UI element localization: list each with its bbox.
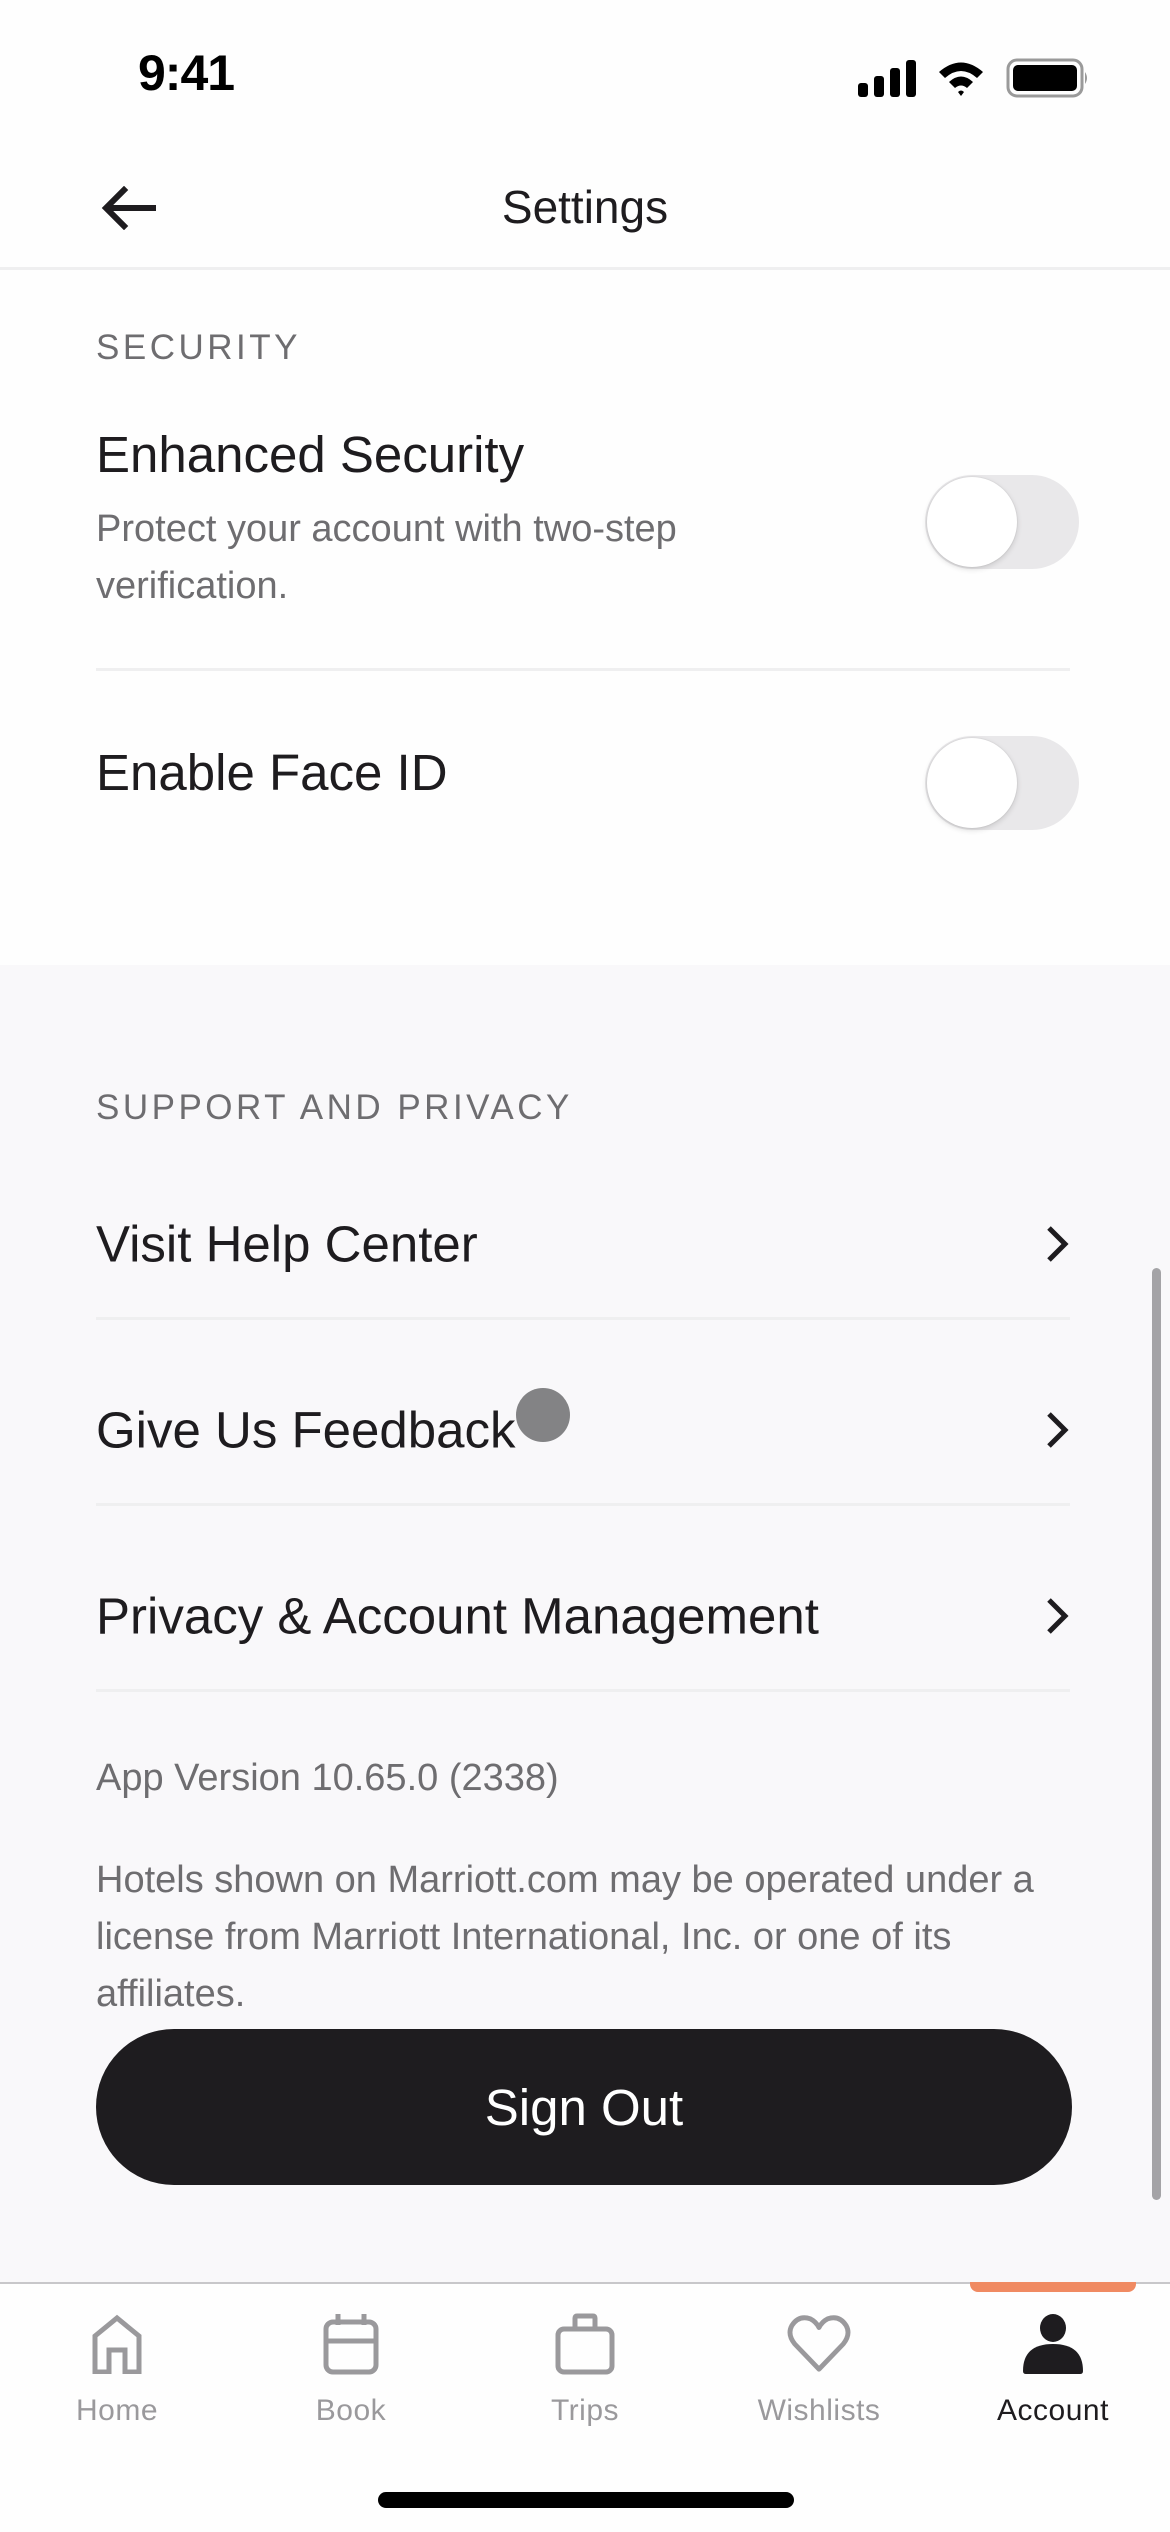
divider: [96, 1317, 1070, 1320]
heart-icon: [787, 2315, 851, 2372]
tab-label: Wishlists: [757, 2394, 881, 2427]
toggle-knob: [927, 477, 1017, 567]
tab-label: Home: [75, 2394, 159, 2427]
nav-header: Settings: [0, 150, 1170, 270]
legal-disclaimer: Hotels shown on Marriott.com may be oper…: [96, 1859, 1034, 2015]
visit-help-center-row[interactable]: Visit Help Center: [0, 1151, 1170, 1337]
support-privacy-section: SUPPORT AND PRIVACY Visit Help Center Gi…: [0, 965, 1170, 2282]
chevron-right-icon: [1047, 1598, 1069, 1634]
section-label-security: SECURITY: [96, 328, 301, 367]
enhanced-security-title: Enhanced Security: [96, 426, 525, 483]
toggle-knob: [927, 738, 1017, 828]
tab-account[interactable]: Account: [936, 2284, 1170, 2444]
privacy-account-management-label: Privacy & Account Management: [96, 1587, 819, 1645]
chevron-right-icon: [1047, 1226, 1069, 1262]
sign-out-button[interactable]: Sign Out: [96, 2029, 1072, 2185]
section-label-support: SUPPORT AND PRIVACY: [96, 1088, 573, 1127]
cellular-signal-icon: [858, 60, 916, 97]
home-indicator: [378, 2492, 794, 2508]
status-icons: [858, 58, 1090, 98]
status-time: 9:41: [138, 45, 235, 101]
battery-icon: [1006, 58, 1087, 98]
settings-screen: 9:41 Settings SECURITY Enhanced Security…: [0, 0, 1170, 2532]
enhanced-security-description: Protect your account with two-step verif…: [96, 508, 677, 607]
give-feedback-label: Give Us Feedback: [96, 1401, 516, 1459]
give-feedback-row[interactable]: Give Us Feedback: [0, 1337, 1170, 1523]
calendar-icon: [323, 2314, 379, 2375]
scrollbar[interactable]: [1152, 1268, 1161, 2200]
security-section: SECURITY Enhanced Security Protect your …: [0, 273, 1170, 965]
chevron-right-icon: [1047, 1412, 1069, 1448]
page-title: Settings: [501, 181, 669, 233]
divider: [96, 668, 1070, 671]
briefcase-icon: [555, 2313, 615, 2375]
divider: [96, 1689, 1070, 1692]
tab-home[interactable]: Home: [0, 2284, 234, 2444]
face-id-title: Enable Face ID: [96, 744, 448, 801]
tab-trips[interactable]: Trips: [468, 2284, 702, 2444]
home-icon: [92, 2314, 142, 2374]
tab-book[interactable]: Book: [234, 2284, 468, 2444]
settings-content: SECURITY Enhanced Security Protect your …: [0, 273, 1170, 2282]
visit-help-center-label: Visit Help Center: [96, 1215, 478, 1273]
privacy-account-management-row[interactable]: Privacy & Account Management: [0, 1523, 1170, 1709]
enhanced-security-toggle[interactable]: [925, 475, 1079, 569]
face-id-toggle[interactable]: [925, 736, 1079, 830]
tab-wishlists[interactable]: Wishlists: [702, 2284, 936, 2444]
divider: [96, 1503, 1070, 1506]
wifi-icon: [939, 62, 983, 96]
tab-label: Account: [997, 2394, 1109, 2427]
tab-label: Book: [315, 2394, 387, 2427]
app-version: App Version 10.65.0 (2338): [96, 1757, 559, 1799]
person-icon: [1023, 2314, 1083, 2374]
status-bar: 9:41: [0, 0, 1170, 150]
tab-label: Trips: [550, 2394, 620, 2427]
